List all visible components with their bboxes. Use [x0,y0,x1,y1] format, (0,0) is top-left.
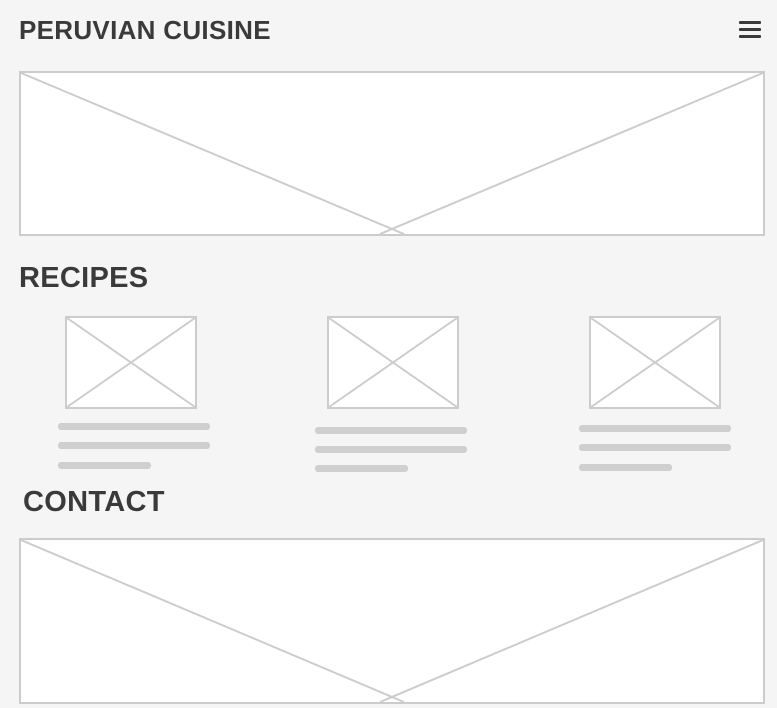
recipe-text-line [58,462,151,469]
recipe-text-line [579,464,672,471]
recipe-image-placeholder[interactable] [589,316,721,409]
recipe-text-line [315,427,467,434]
recipes-heading: RECIPES [19,262,149,294]
recipe-image-placeholder[interactable] [65,316,197,409]
hero-image-placeholder [19,71,765,236]
recipe-text-line [579,425,731,432]
contact-image-placeholder [19,538,765,704]
recipe-text-line [315,446,467,453]
recipe-text-line [58,423,210,430]
recipe-text-line [579,444,731,451]
site-title: PERUVIAN CUISINE [19,15,271,45]
hamburger-menu-icon[interactable] [737,18,763,40]
contact-heading: CONTACT [23,486,165,518]
recipe-image-placeholder[interactable] [327,316,459,409]
recipe-text-line [58,442,210,449]
recipe-text-line [315,465,408,472]
